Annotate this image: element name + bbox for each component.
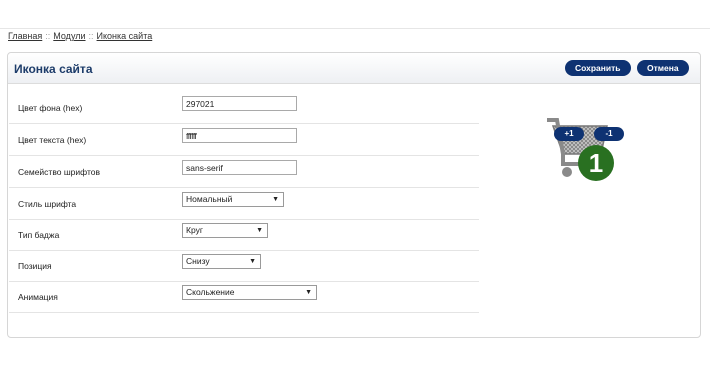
- badge-type-select[interactable]: Круг ▼: [182, 223, 268, 238]
- animation-value: Скольжение: [186, 287, 235, 297]
- chevron-down-icon: ▼: [256, 227, 263, 234]
- text-color-input[interactable]: ffffff: [182, 128, 297, 143]
- bg-color-input[interactable]: 297021: [182, 96, 297, 111]
- form-row-bg-color: Цвет фона (hex) 297021: [9, 92, 479, 124]
- animation-select[interactable]: Скольжение ▼: [182, 285, 317, 300]
- position-label: Позиция: [18, 261, 52, 271]
- breadcrumb: Главная:: Модули:: Иконка сайта: [8, 31, 152, 41]
- text-color-label: Цвет текста (hex): [18, 135, 87, 145]
- bg-color-label: Цвет фона (hex): [18, 103, 83, 113]
- font-family-label: Семейство шрифтов: [18, 167, 100, 177]
- position-value: Снизу: [186, 256, 210, 266]
- font-style-select[interactable]: Номальный ▼: [182, 192, 284, 207]
- badge-type-label: Тип баджа: [18, 230, 60, 240]
- form-row-text-color: Цвет текста (hex) ffffff: [9, 124, 479, 156]
- breadcrumb-home[interactable]: Главная: [8, 31, 42, 41]
- page-title: Иконка сайта: [14, 62, 93, 76]
- breadcrumb-separator: ::: [88, 31, 94, 41]
- font-style-value: Номальный: [186, 194, 233, 204]
- form-row-position: Позиция Снизу ▼: [9, 250, 479, 282]
- breadcrumb-current[interactable]: Иконка сайта: [97, 31, 153, 41]
- badge-count: 1: [578, 145, 614, 181]
- position-select[interactable]: Снизу ▼: [182, 254, 261, 269]
- increment-button[interactable]: +1: [554, 127, 584, 141]
- form-row-badge-type: Тип баджа Круг ▼: [9, 219, 479, 251]
- chevron-down-icon: ▼: [305, 289, 312, 296]
- form-row-animation: Анимация Скольжение ▼: [9, 281, 479, 313]
- animation-label: Анимация: [18, 292, 58, 302]
- form-row-font-style: Стиль шрифта Номальный ▼: [9, 188, 479, 220]
- chevron-down-icon: ▼: [249, 258, 256, 265]
- save-button[interactable]: Сохранить: [565, 60, 631, 76]
- font-family-input[interactable]: sans-serif: [182, 160, 297, 175]
- top-bar: [0, 0, 710, 29]
- cancel-button[interactable]: Отмена: [637, 60, 689, 76]
- decrement-button[interactable]: -1: [594, 127, 624, 141]
- breadcrumb-separator: ::: [45, 31, 51, 41]
- form-row-font-family: Семейство шрифтов sans-serif: [9, 156, 479, 188]
- chevron-down-icon: ▼: [272, 196, 279, 203]
- panel-header: Иконка сайта Сохранить Отмена: [8, 53, 700, 84]
- font-style-label: Стиль шрифта: [18, 199, 77, 209]
- breadcrumb-modules[interactable]: Модули: [53, 31, 85, 41]
- badge-type-value: Круг: [186, 225, 203, 235]
